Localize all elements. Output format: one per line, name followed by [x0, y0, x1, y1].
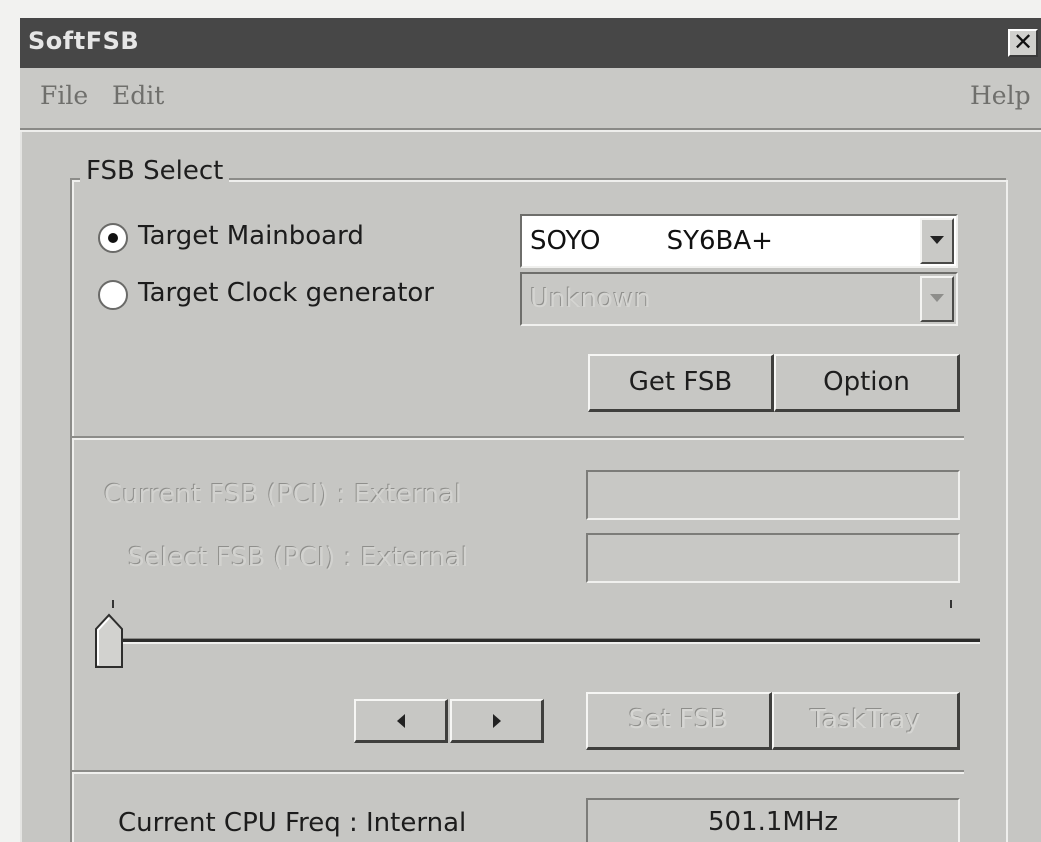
fsb-slider-thumb[interactable] [94, 613, 124, 669]
window-title: SoftFSB [28, 27, 140, 55]
radio-selected-dot [108, 233, 118, 243]
tasktray-button[interactable]: TaskTray [772, 692, 960, 750]
separator-1 [72, 436, 964, 440]
menu-help-label: Help [970, 81, 1031, 110]
slider-tick-end [950, 600, 952, 608]
menu-file[interactable]: File [40, 81, 88, 110]
current-fsb-field [586, 470, 960, 520]
group-label: FSB Select [80, 156, 230, 186]
fsb-slider-track[interactable] [110, 639, 980, 642]
menu-edit-label: Edit [112, 81, 165, 110]
slider-tick-start [112, 600, 114, 608]
menu-file-label: File [40, 81, 89, 110]
option-label: Option [823, 367, 910, 397]
mainboard-select-value: SOYO SY6BA+ [530, 226, 773, 256]
separator-2 [72, 770, 964, 774]
arrow-right-icon [493, 714, 501, 728]
cpu-freq-field: 501.1MHz [586, 798, 960, 842]
cpu-freq-label: Current CPU Freq : Internal [118, 808, 467, 838]
chevron-down-icon[interactable] [920, 276, 954, 322]
softfsb-window: SoftFSB ✕ File Edit Help FSB Select Targ… [20, 18, 1041, 842]
radio-target-mainboard[interactable] [98, 223, 128, 253]
close-button[interactable]: ✕ [1008, 29, 1038, 57]
set-fsb-label: Set FSB [628, 705, 729, 735]
chevron-down-icon[interactable] [920, 218, 954, 264]
clock-generator-value: Unknown [530, 284, 651, 314]
set-fsb-button[interactable]: Set FSB [586, 692, 772, 750]
get-fsb-label: Get FSB [628, 367, 733, 397]
radio-target-clock[interactable] [98, 280, 128, 310]
get-fsb-button[interactable]: Get FSB [588, 354, 774, 412]
clock-generator-select[interactable]: Unknown [520, 272, 958, 326]
mainboard-select[interactable]: SOYO SY6BA+ [520, 214, 958, 268]
menu-bar: File Edit Help [20, 68, 1041, 130]
arrow-left-icon [397, 714, 405, 728]
title-bar[interactable]: SoftFSB ✕ [20, 18, 1041, 68]
cpu-freq-value: 501.1MHz [707, 807, 839, 837]
target-mainboard-label: Target Mainboard [138, 221, 364, 251]
target-clock-label: Target Clock generator [138, 278, 434, 308]
decrease-fsb-button[interactable] [354, 699, 448, 743]
select-fsb-field [586, 533, 960, 583]
current-fsb-label: Current FSB (PCI) : External [104, 480, 462, 510]
select-fsb-label: Select FSB (PCI) : External [128, 543, 469, 573]
close-icon: ✕ [1012, 28, 1034, 56]
tasktray-label: TaskTray [810, 705, 921, 735]
option-button[interactable]: Option [774, 354, 960, 412]
menu-help[interactable]: Help [970, 81, 1031, 110]
increase-fsb-button[interactable] [450, 699, 544, 743]
menu-edit[interactable]: Edit [112, 81, 164, 110]
